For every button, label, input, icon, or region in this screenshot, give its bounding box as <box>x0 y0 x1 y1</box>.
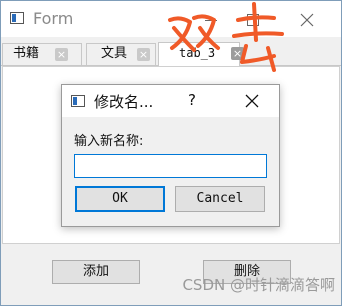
close-icon <box>245 94 259 108</box>
help-button[interactable]: ? <box>188 91 196 109</box>
cancel-button[interactable]: Cancel <box>175 186 265 212</box>
window-title: Form <box>33 9 74 28</box>
double-click-annotation: 双击 <box>168 2 284 72</box>
dialog-title: 修改名... <box>94 93 154 111</box>
close-button[interactable] <box>287 7 327 33</box>
watermark: CSDN @时针滴滴答啊 <box>182 276 335 294</box>
add-button[interactable]: 添加 <box>52 260 140 284</box>
close-icon <box>300 13 314 27</box>
dialog-close-button[interactable] <box>240 89 264 113</box>
new-name-input[interactable] <box>74 154 267 178</box>
rename-dialog: 修改名... ? 输入新名称: OK Cancel <box>61 84 280 227</box>
tab-label: 文具 <box>101 46 128 61</box>
dialog-icon <box>71 95 85 107</box>
window-icon <box>10 12 24 24</box>
tab-close-icon[interactable]: × <box>55 48 68 61</box>
tab-stationery[interactable]: 文具 × <box>86 43 156 65</box>
tab-books[interactable]: 书籍 × <box>2 43 82 65</box>
tab-label: 书籍 <box>13 46 40 61</box>
new-name-label: 输入新名称: <box>74 134 144 149</box>
dialog-title-bar: 修改名... ? <box>62 85 279 117</box>
ok-button[interactable]: OK <box>75 186 165 212</box>
tab-close-icon[interactable]: × <box>137 48 150 61</box>
